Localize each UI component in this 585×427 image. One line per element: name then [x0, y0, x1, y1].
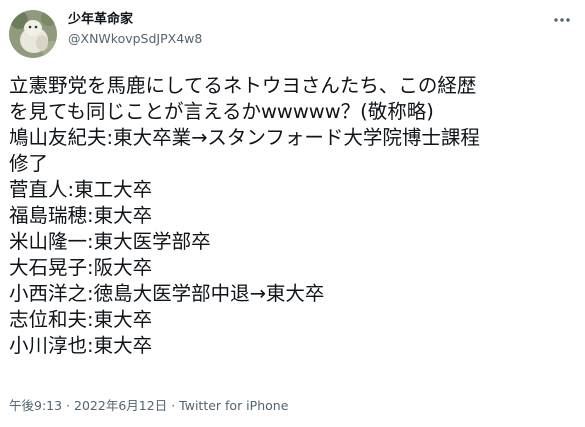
tweet-author: 少年革命家 @XNWkovpSdJPX4w8 [68, 11, 202, 47]
tweet-text-line: 米山隆一:東大医学部卒 [9, 230, 211, 253]
tweet-metadata: 午後9:13 · 2022年6月12日 · Twitter for iPhone [9, 398, 288, 414]
tweet-text-line: 立憲野党を馬鹿にしてるネトウヨさんたち、この経歴 [9, 74, 477, 97]
tweet-source[interactable]: Twitter for iPhone [179, 398, 288, 413]
author-handle[interactable]: @XNWkovpSdJPX4w8 [68, 31, 202, 47]
tweet-text-line: 修了 [9, 152, 49, 175]
tweet: 少年革命家 @XNWkovpSdJPX4w8 立憲野党を馬鹿にしてるネトウヨさん… [0, 0, 585, 427]
tweet-text: 立憲野党を馬鹿にしてるネトウヨさんたち、この経歴 を見ても同じことが言えるかww… [9, 73, 579, 359]
avatar-image [9, 10, 57, 58]
author-display-name[interactable]: 少年革命家 [68, 11, 202, 28]
tweet-text-line: 大石晃子:阪大卒 [9, 256, 153, 279]
tweet-text-line: 小西洋之:徳島大医学部中退→東大卒 [9, 282, 325, 305]
more-horizontal-icon [554, 18, 570, 22]
meta-separator: · [66, 398, 71, 413]
tweet-text-line: 小川淳也:東大卒 [9, 334, 153, 357]
meta-separator: · [171, 398, 176, 413]
tweet-text-line: 鳩山友紀夫:東大卒業→スタンフォード大学院博士課程 [9, 126, 480, 149]
tweet-text-line: 菅直人:東工大卒 [9, 178, 153, 201]
tweet-text-line: 志位和夫:東大卒 [9, 308, 153, 331]
avatar[interactable] [9, 10, 57, 58]
tweet-date[interactable]: 2022年6月12日 [74, 398, 167, 413]
tweet-time[interactable]: 午後9:13 [9, 398, 62, 413]
tweet-text-line: 福島瑞穂:東大卒 [9, 204, 153, 227]
tweet-text-line: を見ても同じことが言えるかwwwww？(敬称略) [9, 100, 434, 123]
more-options-button[interactable] [548, 10, 576, 30]
